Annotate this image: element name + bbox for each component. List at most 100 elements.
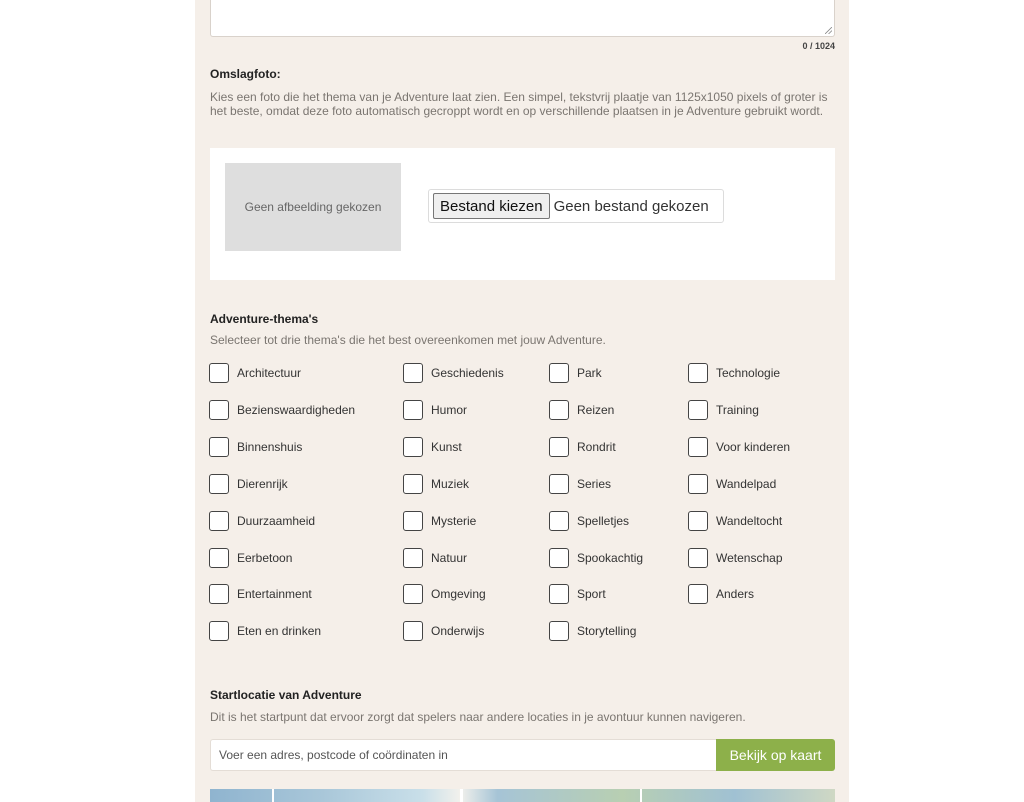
theme-label: Rondrit bbox=[577, 440, 616, 454]
address-input[interactable] bbox=[210, 739, 716, 771]
theme-checkbox[interactable] bbox=[403, 584, 423, 604]
theme-label: Architectuur bbox=[237, 366, 302, 380]
theme-checkbox[interactable] bbox=[209, 584, 229, 604]
theme-label: Eerbetoon bbox=[237, 551, 293, 565]
theme-checkbox[interactable] bbox=[688, 437, 708, 457]
theme-option[interactable]: Entertainment bbox=[209, 583, 312, 605]
theme-option[interactable]: Binnenshuis bbox=[209, 436, 302, 458]
theme-label: Wetenschap bbox=[716, 551, 783, 565]
theme-label: Sport bbox=[577, 587, 606, 601]
theme-option[interactable]: Bezienswaardigheden bbox=[209, 399, 355, 421]
theme-option[interactable]: Dierenrijk bbox=[209, 473, 288, 495]
theme-checkbox[interactable] bbox=[549, 363, 569, 383]
theme-label: Omgeving bbox=[431, 587, 486, 601]
theme-option[interactable]: Anders bbox=[688, 583, 754, 605]
theme-option[interactable]: Eten en drinken bbox=[209, 620, 321, 642]
theme-checkbox[interactable] bbox=[688, 548, 708, 568]
description-textarea[interactable] bbox=[210, 0, 835, 37]
theme-checkbox[interactable] bbox=[209, 511, 229, 531]
theme-checkbox[interactable] bbox=[403, 474, 423, 494]
view-on-map-button[interactable]: Bekijk op kaart bbox=[716, 739, 835, 771]
theme-option[interactable]: Eerbetoon bbox=[209, 547, 292, 569]
theme-checkbox[interactable] bbox=[209, 437, 229, 457]
theme-label: Spelletjes bbox=[577, 514, 630, 528]
theme-checkbox[interactable] bbox=[209, 548, 229, 568]
theme-option[interactable]: Park bbox=[549, 362, 602, 384]
theme-checkbox[interactable] bbox=[688, 400, 708, 420]
theme-checkbox[interactable] bbox=[549, 621, 569, 641]
theme-label: Bezienswaardigheden bbox=[237, 403, 356, 417]
theme-checkbox[interactable] bbox=[688, 584, 708, 604]
theme-label: Wandeltocht bbox=[716, 514, 783, 528]
themes-title: Adventure-thema's bbox=[210, 312, 319, 326]
theme-option[interactable]: Onderwijs bbox=[403, 620, 484, 642]
choose-file-button[interactable]: Bestand kiezen bbox=[433, 193, 550, 219]
theme-label: Reizen bbox=[577, 403, 615, 417]
cover-photo-preview: Geen afbeelding gekozen bbox=[225, 163, 401, 251]
theme-checkbox[interactable] bbox=[549, 474, 569, 494]
theme-option[interactable]: Training bbox=[688, 399, 759, 421]
theme-option[interactable]: Omgeving bbox=[403, 583, 486, 605]
theme-checkbox[interactable] bbox=[549, 437, 569, 457]
theme-option[interactable]: Wandelpad bbox=[688, 473, 776, 495]
cover-photo-description: Kies een foto die het thema van je Adven… bbox=[210, 90, 828, 118]
character-counter: 0 / 1024 bbox=[802, 41, 835, 51]
theme-checkbox[interactable] bbox=[403, 548, 423, 568]
theme-checkbox[interactable] bbox=[549, 511, 569, 531]
theme-option[interactable]: Voor kinderen bbox=[688, 436, 790, 458]
theme-label: Humor bbox=[431, 403, 468, 417]
theme-option[interactable]: Spookachtig bbox=[549, 547, 643, 569]
theme-option[interactable]: Duurzaamheid bbox=[209, 510, 315, 532]
theme-option[interactable]: Geschiedenis bbox=[403, 362, 504, 384]
start-location-description: Dit is het startpunt dat ervoor zorgt da… bbox=[210, 710, 746, 724]
cover-photo-preview-text: Geen afbeelding gekozen bbox=[244, 200, 382, 214]
theme-checkbox[interactable] bbox=[403, 511, 423, 531]
theme-option[interactable]: Spelletjes bbox=[549, 510, 629, 532]
theme-option[interactable]: Mysterie bbox=[403, 510, 476, 532]
address-row: Bekijk op kaart bbox=[210, 739, 835, 771]
theme-label: Entertainment bbox=[237, 587, 312, 601]
theme-option[interactable]: Humor bbox=[403, 399, 467, 421]
theme-label: Mysterie bbox=[431, 514, 477, 528]
theme-checkbox[interactable] bbox=[209, 621, 229, 641]
theme-checkbox[interactable] bbox=[209, 474, 229, 494]
theme-checkbox[interactable] bbox=[549, 400, 569, 420]
theme-checkbox[interactable] bbox=[209, 363, 229, 383]
theme-checkbox[interactable] bbox=[403, 621, 423, 641]
themes-description: Selecteer tot drie thema's die het best … bbox=[210, 333, 606, 347]
theme-label: Kunst bbox=[431, 440, 462, 454]
theme-checkbox[interactable] bbox=[549, 548, 569, 568]
theme-label: Training bbox=[716, 403, 759, 417]
theme-label: Storytelling bbox=[577, 624, 637, 638]
file-input[interactable]: Bestand kiezen Geen bestand gekozen bbox=[428, 189, 724, 223]
theme-option[interactable]: Reizen bbox=[549, 399, 614, 421]
theme-checkbox[interactable] bbox=[403, 400, 423, 420]
theme-checkbox[interactable] bbox=[688, 511, 708, 531]
theme-option[interactable]: Rondrit bbox=[549, 436, 616, 458]
theme-checkbox[interactable] bbox=[688, 363, 708, 383]
theme-label: Dierenrijk bbox=[237, 477, 288, 491]
theme-option[interactable]: Sport bbox=[549, 583, 606, 605]
theme-checkbox[interactable] bbox=[549, 584, 569, 604]
theme-option[interactable]: Storytelling bbox=[549, 620, 636, 642]
theme-label: Duurzaamheid bbox=[237, 514, 316, 528]
theme-option[interactable]: Architectuur bbox=[209, 362, 301, 384]
theme-label: Park bbox=[577, 366, 602, 380]
resize-grip-icon[interactable] bbox=[825, 27, 832, 34]
theme-option[interactable]: Muziek bbox=[403, 473, 469, 495]
theme-checkbox[interactable] bbox=[688, 474, 708, 494]
theme-option[interactable]: Wandeltocht bbox=[688, 510, 782, 532]
start-location-title: Startlocatie van Adventure bbox=[210, 688, 362, 702]
theme-checkbox[interactable] bbox=[403, 437, 423, 457]
theme-checkbox[interactable] bbox=[209, 400, 229, 420]
theme-option[interactable]: Technologie bbox=[688, 362, 780, 384]
file-status: Geen bestand gekozen bbox=[553, 197, 709, 215]
theme-label: Binnenshuis bbox=[237, 440, 303, 454]
theme-option[interactable]: Natuur bbox=[403, 547, 467, 569]
theme-checkbox[interactable] bbox=[403, 363, 423, 383]
map-preview[interactable] bbox=[210, 789, 835, 802]
theme-label: Wandelpad bbox=[716, 477, 777, 491]
theme-option[interactable]: Series bbox=[549, 473, 611, 495]
theme-option[interactable]: Wetenschap bbox=[688, 547, 783, 569]
theme-option[interactable]: Kunst bbox=[403, 436, 462, 458]
